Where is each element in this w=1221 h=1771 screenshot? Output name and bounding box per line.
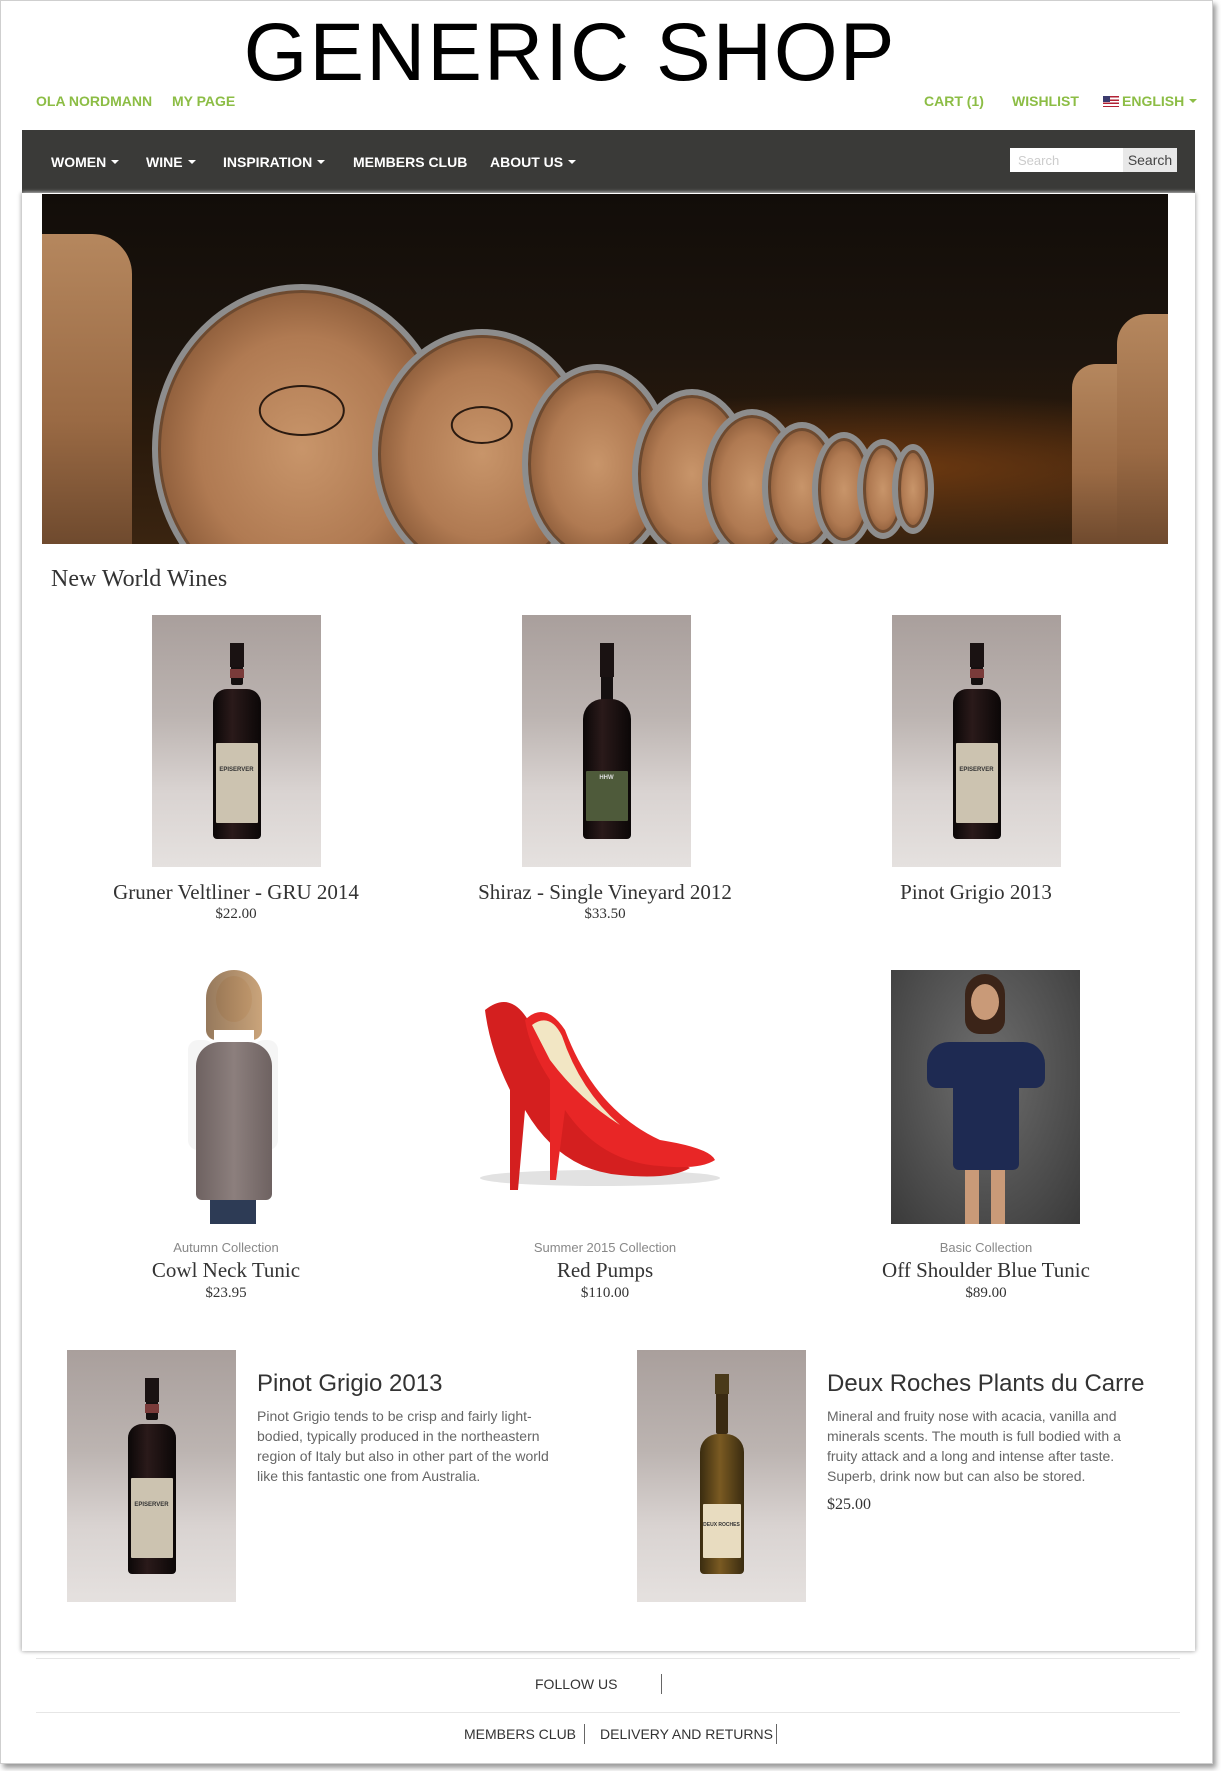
search-input[interactable]	[1010, 148, 1123, 172]
section-title: New World Wines	[51, 566, 228, 592]
promo-product-image[interactable]: DEUX ROCHES	[637, 1350, 806, 1602]
language-selector[interactable]: ENGLISH	[1103, 93, 1198, 109]
nav-item-label: MEMBERS CLUB	[353, 154, 468, 170]
nav-item-label: INSPIRATION	[223, 154, 313, 170]
barrel-shape	[42, 234, 132, 544]
wine-product-image[interactable]: EPISERVER	[892, 615, 1061, 867]
footer-link-members-club[interactable]: MEMBERS CLUB	[464, 1726, 576, 1742]
footer-separator	[776, 1724, 777, 1744]
user-name-link[interactable]: OLA NORDMANN	[36, 93, 152, 109]
model-head-shape	[971, 984, 999, 1020]
chevron-down-icon	[1189, 99, 1198, 103]
footer-divider	[36, 1712, 1180, 1713]
follow-us-label: FOLLOW US	[535, 1676, 618, 1692]
main-navbar: WOMEN WINE INSPIRATION MEMBERS CLUB ABOU…	[22, 130, 1195, 193]
promo-title[interactable]: Pinot Grigio 2013	[257, 1370, 442, 1398]
footer-link-delivery-returns[interactable]: DELIVERY AND RETURNS	[600, 1726, 773, 1742]
tunic-shape	[196, 1042, 272, 1200]
language-label: ENGLISH	[1122, 93, 1185, 109]
nav-item-women[interactable]: WOMEN	[51, 154, 120, 170]
model-legs-shape	[965, 1170, 979, 1224]
wishlist-link[interactable]: WISHLIST	[1012, 93, 1079, 109]
promo-description: Mineral and fruity nose with acacia, van…	[827, 1408, 1121, 1484]
collection-label: Autumn Collection	[173, 1240, 279, 1255]
cart-link[interactable]: CART (1)	[924, 93, 984, 109]
model-legs-shape	[210, 1200, 256, 1224]
collection-label: Basic Collection	[939, 1240, 1033, 1255]
footer-separator	[584, 1724, 585, 1744]
product-price: $33.50	[584, 906, 626, 922]
promo-product-image[interactable]: EPISERVER	[67, 1350, 236, 1602]
chevron-down-icon	[568, 160, 577, 164]
barrel-shape	[892, 444, 934, 534]
product-name[interactable]: Gruner Veltliner - GRU 2014	[86, 880, 386, 905]
barrel-shape	[1117, 314, 1168, 544]
product-name[interactable]: Cowl Neck Tunic	[76, 1258, 376, 1283]
promo-title[interactable]: Deux Roches Plants du Carre	[827, 1370, 1144, 1398]
nav-item-about-us[interactable]: ABOUT US	[490, 154, 577, 170]
shop-logo[interactable]: GENERIC SHOP	[0, 8, 1140, 98]
product-name[interactable]: Shiraz - Single Vineyard 2012	[455, 880, 755, 905]
model-legs-shape	[991, 1170, 1005, 1224]
fashion-product-image[interactable]	[150, 970, 310, 1224]
nav-item-label: ABOUT US	[490, 154, 564, 170]
promo-price: $25.00	[827, 1496, 871, 1513]
top-links: OLA NORDMANN MY PAGE CART (1) WISHLIST E…	[36, 93, 1198, 111]
us-flag-icon	[1103, 96, 1119, 107]
chevron-down-icon	[111, 160, 120, 164]
product-price: $23.95	[205, 1285, 247, 1301]
product-name[interactable]: Pinot Grigio 2013	[826, 880, 1126, 905]
bottle-label-text: EPISERVER	[219, 767, 254, 773]
footer-divider	[36, 1658, 1180, 1659]
nav-item-inspiration[interactable]: INSPIRATION	[223, 154, 326, 170]
collection-label: Summer 2015 Collection	[533, 1240, 677, 1255]
chevron-down-icon	[187, 160, 196, 164]
product-price: $22.00	[215, 906, 257, 922]
promo-description: Pinot Grigio tends to be crisp and fairl…	[257, 1408, 549, 1484]
nav-item-label: WINE	[146, 154, 183, 170]
fashion-product-image[interactable]	[470, 990, 730, 1190]
product-price: $110.00	[580, 1285, 630, 1301]
bottle-label-text: EPISERVER	[959, 767, 994, 773]
footer-separator	[661, 1674, 662, 1694]
nav-item-members-club[interactable]: MEMBERS CLUB	[353, 154, 467, 170]
wine-product-image[interactable]: EPISERVER	[152, 615, 321, 867]
tunic-shape	[953, 1070, 1019, 1170]
bottle-label-text: HHW	[599, 775, 614, 781]
nav-item-wine[interactable]: WINE	[146, 154, 196, 170]
product-name[interactable]: Red Pumps	[455, 1258, 755, 1283]
product-price: $89.00	[965, 1285, 1007, 1301]
wine-product-image[interactable]: HHW	[522, 615, 691, 867]
bottle-label-text: EPISERVER	[134, 1502, 169, 1508]
page: GENERIC SHOP OLA NORDMANN MY PAGE CART (…	[0, 0, 1221, 1771]
search-button[interactable]: Search	[1123, 148, 1177, 172]
fashion-product-image[interactable]	[891, 970, 1080, 1224]
product-name[interactable]: Off Shoulder Blue Tunic	[836, 1258, 1136, 1283]
red-pumps-image	[480, 1002, 720, 1190]
barrel-shape	[1072, 364, 1117, 544]
chevron-down-icon	[317, 160, 326, 164]
bottle-label-text: DEUX ROCHES	[703, 1522, 740, 1528]
nav-item-label: WOMEN	[51, 154, 107, 170]
my-page-link[interactable]: MY PAGE	[172, 93, 235, 109]
hero-banner-image	[42, 194, 1168, 544]
